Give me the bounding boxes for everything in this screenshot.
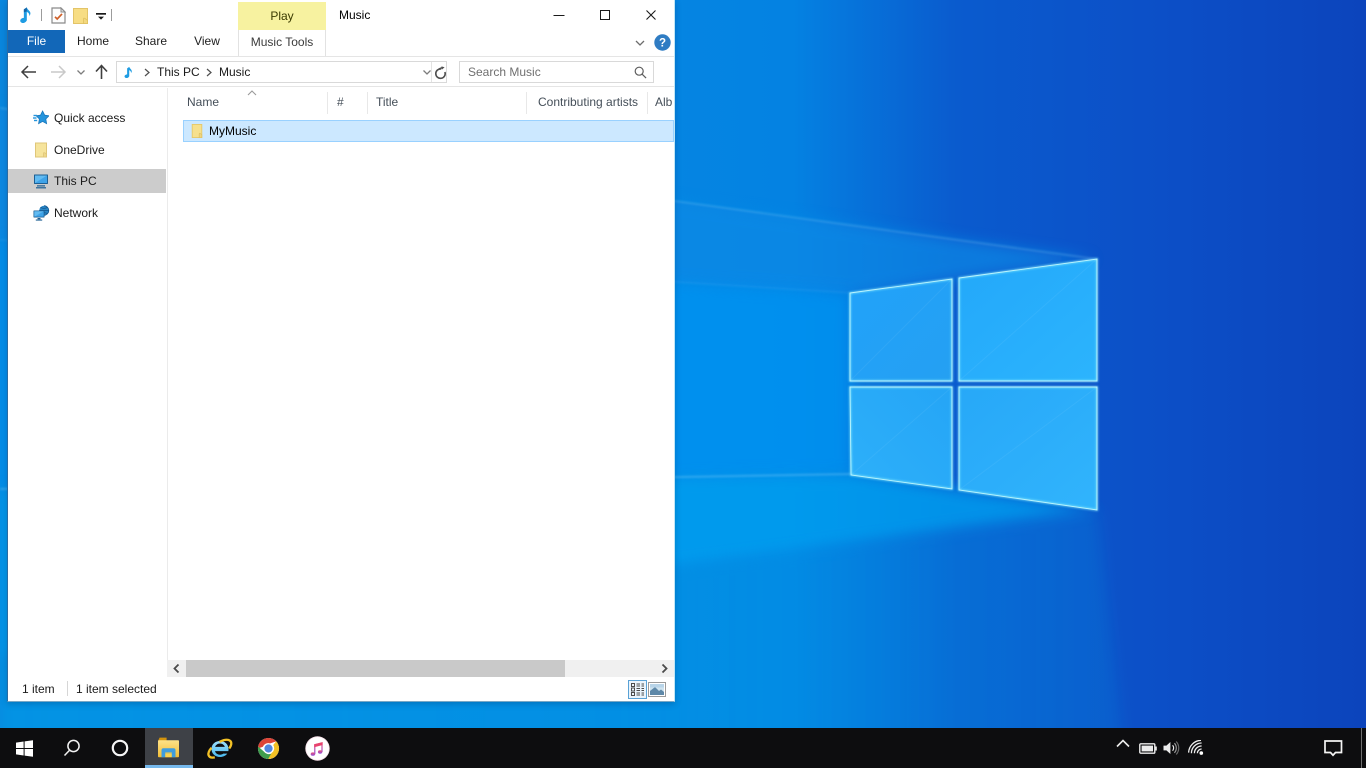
svg-text:?: ? (659, 38, 666, 50)
